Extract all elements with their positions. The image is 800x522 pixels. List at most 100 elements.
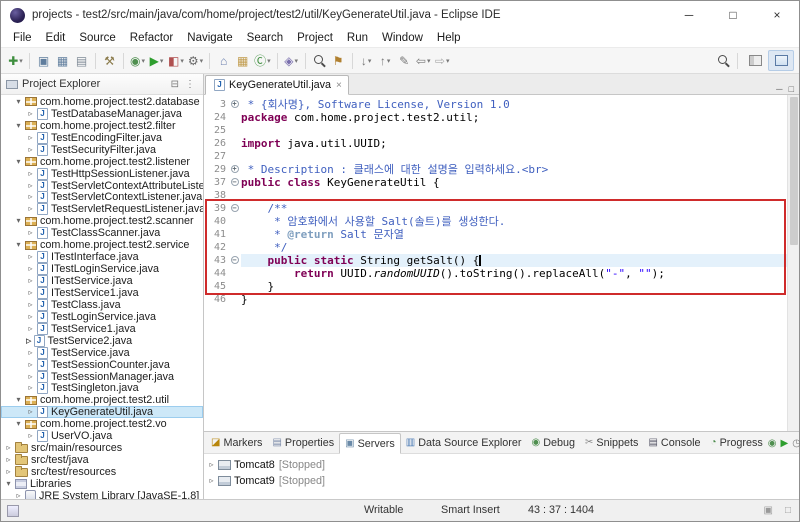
- back-button[interactable]: ⇦ ▾: [414, 50, 433, 71]
- coverage-button[interactable]: ◧ ▾: [166, 50, 186, 71]
- tree-item-java-file[interactable]: ▹ J TestSingleton.java: [1, 382, 203, 395]
- chevron-right-icon[interactable]: ▹: [26, 312, 35, 321]
- external-tools-button[interactable]: ⚙ ▾: [186, 50, 205, 71]
- build-all-button[interactable]: ⚒: [100, 50, 119, 71]
- search-button[interactable]: [310, 50, 329, 71]
- code-line[interactable]: 26 import java.util.UUID;: [204, 137, 787, 150]
- code-line[interactable]: 45 }: [204, 280, 787, 293]
- chevron-right-icon[interactable]: ▹: [4, 444, 13, 452]
- line-number[interactable]: 42: [204, 241, 228, 254]
- code-line[interactable]: 25: [204, 124, 787, 137]
- tree-item-package[interactable]: ▾ com.home.project.test2.scanner: [1, 215, 203, 227]
- tree-item-source-folder[interactable]: ▹ src/test/java: [1, 454, 203, 466]
- menu-project[interactable]: Project: [290, 31, 340, 45]
- chevron-right-icon[interactable]: ▹: [26, 432, 35, 440]
- line-number[interactable]: 24: [204, 111, 228, 124]
- start-server-button[interactable]: ▶: [781, 438, 789, 449]
- tab-properties[interactable]: ▤ Properties: [267, 432, 339, 453]
- open-perspective-button[interactable]: [742, 50, 768, 71]
- tree-item-package[interactable]: ▾ com.home.project.test2.database: [1, 96, 203, 108]
- line-number[interactable]: 40: [204, 215, 228, 228]
- code-line-current[interactable]: 43− public static String getSalt() {: [204, 254, 787, 267]
- line-number[interactable]: 39: [204, 202, 228, 215]
- menu-refactor[interactable]: Refactor: [123, 31, 180, 45]
- code-line[interactable]: 44 return UUID.randomUUID().toString().r…: [204, 267, 787, 280]
- tree-item-source-folder[interactable]: ▹ src/main/resources: [1, 442, 203, 454]
- tree-item-java-file[interactable]: ▹ J TestLoginService.java: [1, 310, 203, 323]
- tree-item-java-file-selected[interactable]: ▹ J KeyGenerateUtil.java: [1, 406, 203, 419]
- mark-occurrences-button[interactable]: ⚑: [329, 50, 348, 71]
- line-number[interactable]: 41: [204, 228, 228, 241]
- tab-debug[interactable]: ◉ Debug: [526, 432, 580, 453]
- line-number[interactable]: 46: [204, 293, 228, 306]
- quick-access-search-button[interactable]: [714, 50, 733, 71]
- tree-item-java-file[interactable]: ▹ J TestService1.java: [1, 322, 203, 335]
- minimize-view-icon[interactable]: ─: [776, 84, 782, 94]
- tree-item-package[interactable]: ▾ com.home.project.test2.util: [1, 394, 203, 406]
- menu-help[interactable]: Help: [430, 31, 468, 45]
- tab-progress[interactable]: ◔ Progress: [706, 432, 768, 453]
- code-line[interactable]: 40 * 암호화에서 사용할 Salt(솔트)를 생성한다.: [204, 215, 787, 228]
- view-menu-icon[interactable]: ⋮: [182, 79, 198, 90]
- tab-markers[interactable]: ◪ Markers: [206, 432, 267, 453]
- tree-item-java-file[interactable]: ▹ J TestDatabaseManager.java: [1, 107, 203, 120]
- java-ee-perspective-button[interactable]: [768, 50, 794, 71]
- tree-item-java-file[interactable]: ▹ J ITestService.java: [1, 275, 203, 287]
- chevron-right-icon[interactable]: ▹: [26, 253, 35, 261]
- line-number[interactable]: 26: [204, 137, 228, 150]
- close-icon[interactable]: ×: [336, 80, 342, 91]
- tree-item-java-file[interactable]: ▹ J TestSessionManager.java: [1, 370, 203, 383]
- print-button[interactable]: ▤: [72, 50, 91, 71]
- maximize-button[interactable]: □: [711, 1, 755, 29]
- chevron-right-icon[interactable]: ▹: [26, 193, 35, 201]
- run-button[interactable]: ▶ ▾: [147, 50, 166, 71]
- line-number[interactable]: 25: [204, 124, 228, 137]
- code-line[interactable]: 38: [204, 189, 787, 202]
- tree-item-jre-library[interactable]: ▹ JRE System Library [JavaSE-1.8]: [1, 489, 203, 499]
- line-number[interactable]: 27: [204, 150, 228, 163]
- tree-item-java-file[interactable]: ▹ J TestServletContextAttributeListener.ja…: [1, 179, 203, 192]
- tab-servers[interactable]: ▣ Servers: [339, 433, 401, 454]
- chevron-down-icon[interactable]: ▾: [14, 241, 23, 249]
- code-line[interactable]: 37− public class KeyGenerateUtil {: [204, 176, 787, 189]
- fold-expanded-icon[interactable]: −: [230, 204, 239, 212]
- code-line[interactable]: 29 + * Description : 클래스에 대한 설명을 입력하세요.<b…: [204, 163, 787, 176]
- code-area[interactable]: 3 + * {회사명}, Software License, Version 1.…: [204, 95, 787, 431]
- tree-item-java-file[interactable]: ▹ J TestServletRequestListener.java: [1, 203, 203, 216]
- line-number[interactable]: 43: [204, 254, 228, 267]
- tree-item-java-file[interactable]: ▹ J TestService.java: [1, 346, 203, 359]
- chevron-right-icon[interactable]: ▹: [26, 300, 35, 309]
- chevron-down-icon[interactable]: ▾: [14, 396, 23, 404]
- code-editor[interactable]: 3 + * {회사명}, Software License, Version 1.…: [204, 95, 799, 431]
- line-number[interactable]: 37: [204, 176, 228, 189]
- server-row[interactable]: ▹ Tomcat8 [Stopped]: [207, 457, 799, 473]
- chevron-right-icon[interactable]: ▹: [26, 229, 35, 237]
- tree-item-package[interactable]: ▾ com.home.project.test2.filter: [1, 120, 203, 132]
- chevron-down-icon[interactable]: ▾: [4, 479, 13, 488]
- line-number[interactable]: 45: [204, 280, 228, 293]
- chevron-right-icon[interactable]: ▹: [26, 384, 35, 392]
- chevron-right-icon[interactable]: ▹: [26, 324, 35, 333]
- tree-item-package[interactable]: ▾ com.home.project.test2.service: [1, 239, 203, 251]
- minimize-button[interactable]: ─: [667, 1, 711, 29]
- chevron-right-icon[interactable]: ▹: [14, 491, 23, 499]
- tab-data-source-explorer[interactable]: ▥ Data Source Explorer: [401, 432, 527, 453]
- code-line[interactable]: 24 package com.home.project.test2.util;: [204, 111, 787, 124]
- chevron-down-icon[interactable]: ▾: [14, 420, 23, 428]
- chevron-right-icon[interactable]: ▹: [26, 145, 35, 154]
- new-package-button[interactable]: ▦: [233, 50, 252, 71]
- editor-tab[interactable]: J KeyGenerateUtil.java ×: [205, 75, 349, 95]
- debug-server-button[interactable]: ◉: [768, 438, 777, 449]
- chevron-right-icon[interactable]: ▹: [26, 277, 35, 285]
- tree-item-libraries[interactable]: ▾ Libraries: [1, 478, 203, 490]
- menu-navigate[interactable]: Navigate: [180, 31, 239, 45]
- tree-item-java-file[interactable]: ▹ J TestClass.java: [1, 298, 203, 311]
- chevron-down-icon[interactable]: ▾: [14, 157, 23, 166]
- save-button[interactable]: ▣: [34, 50, 53, 71]
- chevron-right-icon[interactable]: ▹: [26, 360, 35, 369]
- server-row[interactable]: ▹ Tomcat9 [Stopped]: [207, 473, 799, 489]
- chevron-right-icon[interactable]: ▹: [207, 461, 216, 469]
- chevron-right-icon[interactable]: ▹: [26, 335, 32, 346]
- tab-console[interactable]: ▤ Console: [643, 432, 705, 453]
- chevron-right-icon[interactable]: ▹: [26, 109, 35, 118]
